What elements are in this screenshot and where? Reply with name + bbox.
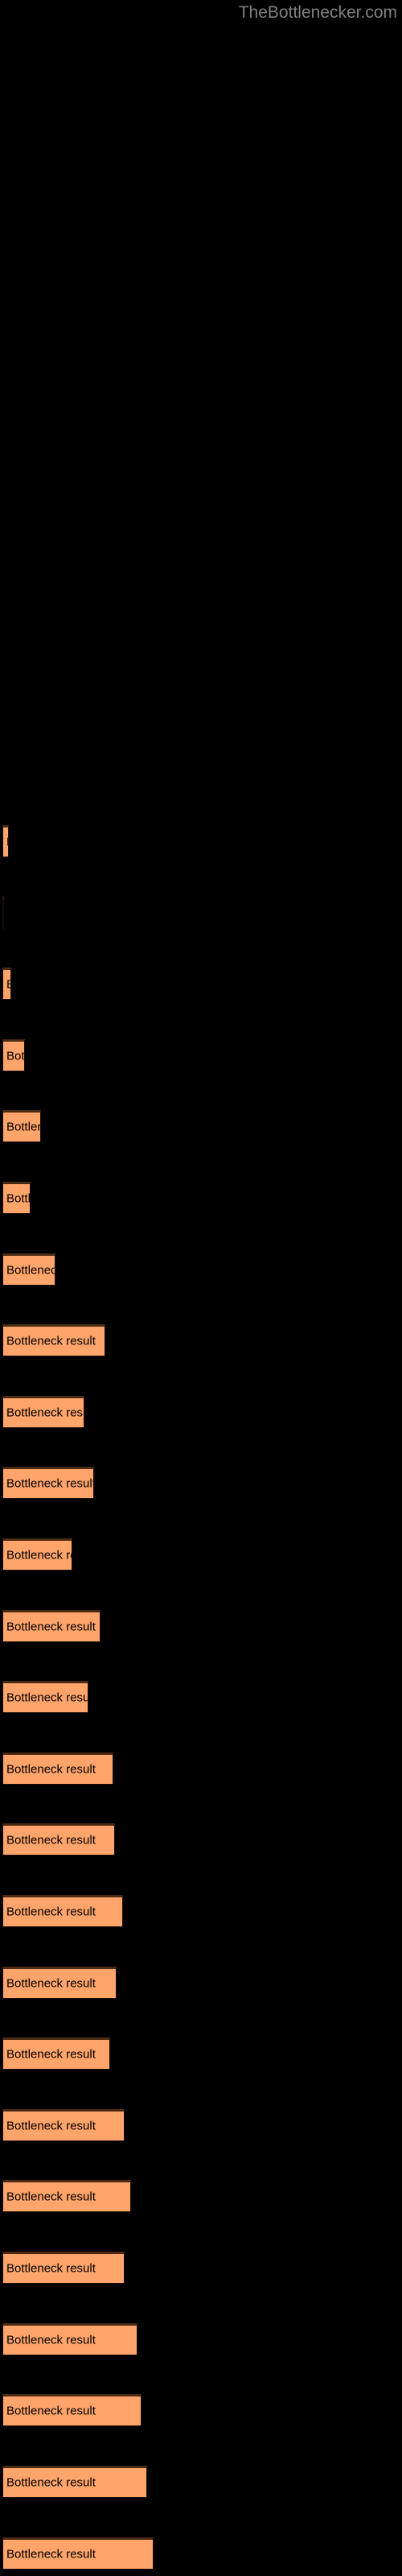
bar[interactable]: Bottleneck result <box>2 1752 113 1785</box>
bar[interactable]: Bottleneck result <box>2 2394 142 2426</box>
bar-label: Bottleneck result <box>6 1690 88 1705</box>
bar-label: Bottleneck result <box>6 2333 96 2347</box>
bar-label: Bottleneck result <box>6 1191 31 1206</box>
bar[interactable]: Bottleneck result <box>2 1324 105 1356</box>
bar-row: Bottleneck result <box>0 2107 402 2142</box>
bar-row: Bottleneck result <box>0 1536 402 1571</box>
bar[interactable]: Bottleneck result <box>2 1396 84 1428</box>
bar[interactable]: Bottleneck result <box>2 2109 125 2141</box>
bar[interactable]: Bottleneck result <box>2 1253 55 1286</box>
bar[interactable]: Bottleneck result <box>2 825 9 857</box>
bar[interactable]: Bottleneck result <box>2 2252 125 2284</box>
bottleneck-bar-chart: Bottleneck result Bottleneck result Bottle… <box>0 0 402 2576</box>
bar-row: Bottleneck result <box>0 2178 402 2213</box>
bar-label: Bottleneck result <box>6 1762 96 1777</box>
bar-label: Bottleneck result <box>6 2190 96 2204</box>
bar[interactable]: Bottleneck result <box>2 2323 137 2355</box>
bar-label: Bottleneck result <box>6 978 10 992</box>
bar-label: Bottleneck result <box>6 1620 96 1634</box>
bar-label: Bottleneck result <box>6 2404 96 2418</box>
bar-row: Bottleneck result <box>0 1964 402 2000</box>
bar[interactable]: Bottleneck result <box>2 1823 115 1856</box>
bar-label: Bottleneck result <box>6 1905 96 1919</box>
bar-row: Bottleneck result <box>0 1893 402 1928</box>
bar-label: Bottleneck result <box>6 1548 72 1563</box>
bar-label: Bottleneck result <box>6 2261 96 2276</box>
bar[interactable]: Bottleneck result <box>2 2037 110 2070</box>
bar-row: Bottleneck result <box>0 1821 402 1856</box>
bar-row: Bottleneck result <box>0 1678 402 1714</box>
bar-row: Bottleneck result <box>0 1750 402 1785</box>
bar[interactable]: Bottleneck result <box>2 2537 154 2570</box>
bar-label: Bottleneck result <box>6 1476 94 1491</box>
bar-row: Bottleneck result <box>0 1393 402 1429</box>
bar-label: Bottleneck result <box>6 1976 96 1991</box>
bar-row: Bottleneck result <box>0 1251 402 1286</box>
bar-row: Bottleneck result <box>0 1608 402 1643</box>
bar[interactable]: Bottleneck result <box>2 1467 94 1499</box>
bar-row: Bottleneck result <box>0 965 402 1001</box>
bar[interactable]: Bottleneck result <box>2 1110 41 1142</box>
bar[interactable]: Bottleneck result <box>2 2466 147 2498</box>
bar-row: Bottleneck result <box>0 1108 402 1143</box>
bar-row: Bottleneck result <box>0 1464 402 1500</box>
bar-row: Bottleneck result <box>0 2249 402 2285</box>
bar-row: Bottleneck result <box>0 2535 402 2570</box>
bar-row: Bottleneck result <box>0 2463 402 2499</box>
bar[interactable]: Bottleneck result <box>2 2180 131 2212</box>
bar-label: Bottleneck result <box>6 2119 96 2133</box>
bar-row: Bottleneck result <box>0 2392 402 2427</box>
bar[interactable]: Bottleneck result <box>2 1538 72 1571</box>
bar[interactable]: Bottleneck result <box>2 1182 31 1214</box>
bar-label: Bottleneck result <box>6 1406 84 1420</box>
bar-row: Bottleneck result <box>0 1322 402 1357</box>
bar-row: Bottleneck result <box>0 823 402 858</box>
bar-label: Bottleneck result <box>6 1833 96 1847</box>
bar-label: Bottleneck result <box>6 1049 25 1063</box>
bar-row: Bottleneck result <box>0 2035 402 2070</box>
bar-label: Bottleneck result <box>6 2047 96 2062</box>
bar[interactable]: Bottleneck result <box>2 968 11 1000</box>
bar[interactable]: Bottleneck result <box>2 1610 100 1642</box>
bar[interactable]: Bottleneck result <box>2 1039 25 1071</box>
bar[interactable]: Bottleneck result <box>2 897 4 929</box>
bar[interactable]: Bottleneck result <box>2 1967 117 1999</box>
bar[interactable]: Bottleneck result <box>2 1895 123 1927</box>
bar-label: Bottleneck result <box>6 836 8 849</box>
bar-row: Bottleneck result <box>0 2321 402 2356</box>
bar-label: Bottleneck result <box>6 2475 96 2490</box>
bar-row: Bottleneck result <box>0 1179 402 1215</box>
bar[interactable]: Bottleneck result <box>2 1681 88 1713</box>
bar-row: Bottleneck result <box>0 1037 402 1072</box>
bar-label: Bottleneck result <box>6 1263 55 1278</box>
bar-row: Bottleneck result <box>0 894 402 930</box>
bar-label: Bottleneck result <box>6 1120 40 1134</box>
bar-label: Bottleneck result <box>6 1334 96 1348</box>
bar-label: Bottleneck result <box>6 2547 96 2562</box>
